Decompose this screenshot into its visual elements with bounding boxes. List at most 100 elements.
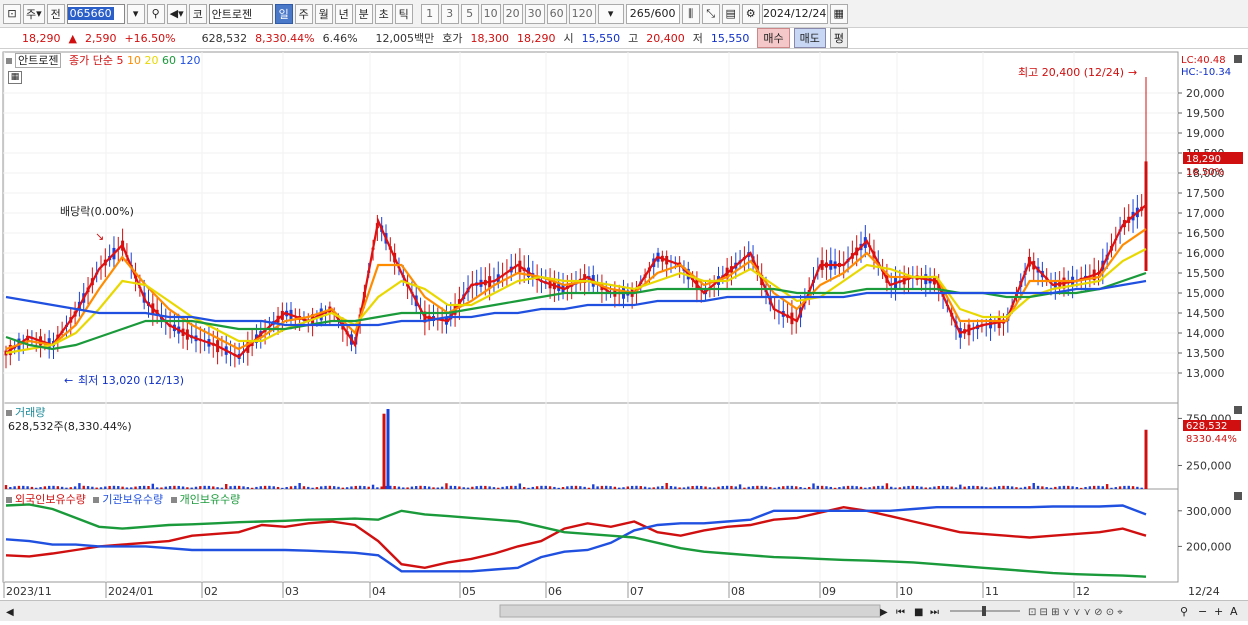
volume-bar [276, 486, 280, 489]
buy-button[interactable]: 매수 [757, 28, 790, 48]
type-select[interactable]: 주 ▾ [23, 3, 45, 24]
volume-bar [423, 485, 427, 489]
period-tab-4[interactable]: 분 [354, 3, 373, 24]
period-tab-5[interactable]: 초 [374, 3, 393, 24]
volume-bar [134, 486, 137, 489]
volume-bar [315, 487, 319, 489]
volume-bar [898, 487, 902, 489]
interval-button-10[interactable]: 10 [480, 3, 501, 24]
interval-dropdown[interactable]: ▾ [597, 3, 624, 24]
volume-bar [561, 487, 565, 489]
volume-bar [501, 486, 504, 489]
institution-holding-label: 기관보유수량 [102, 493, 164, 506]
fast-forward-icon[interactable]: ⏭ [930, 607, 939, 618]
volume-bar [82, 485, 85, 489]
legend-stock-name[interactable]: 안트로젠 [15, 53, 62, 68]
gear-icon[interactable]: ⚙ [741, 3, 760, 24]
high-arrow-icon: → [1128, 66, 1137, 79]
period-tab-0[interactable]: 일 [274, 3, 293, 24]
layout-icon[interactable]: ⊡ [3, 3, 21, 24]
table-icon[interactable]: ▦ [8, 71, 22, 84]
volume-bar [108, 485, 111, 489]
candle-icon[interactable]: ⫼ [681, 3, 700, 24]
volume-bar [522, 487, 526, 489]
calendar-icon[interactable]: ▦ [829, 3, 848, 24]
chart-canvas[interactable]: 20,00019,50019,00018,50018,00017,50017,0… [0, 49, 1248, 600]
eval-button[interactable]: 평 [829, 28, 849, 48]
volume-bar [246, 487, 250, 489]
holding-panel-close-icon[interactable] [1234, 492, 1242, 500]
volume-bar [579, 486, 582, 489]
toolbar: ⊡ 주 ▾ 전 065660 ▾ ⚲ ◀▾ 코 안트로젠 일주월년분초틱 135… [0, 0, 1248, 28]
volume-bar [816, 485, 820, 489]
volume-bar [548, 486, 552, 489]
volume-panel-close-icon[interactable] [1234, 406, 1242, 414]
date-field[interactable]: 2024/12/24 [761, 3, 828, 24]
volume-bar [259, 486, 262, 489]
auto-scale-icon[interactable]: A [1230, 605, 1238, 618]
interval-button-1[interactable]: 1 [420, 3, 439, 24]
zoom-out-icon[interactable]: − [1198, 605, 1207, 618]
open-price: 15,550 [581, 31, 621, 45]
rewind-icon[interactable]: ⏮ [896, 607, 905, 618]
volume-bar [894, 487, 897, 489]
volume-bar [91, 486, 94, 489]
volume-bar [915, 486, 919, 489]
volume-bar [1110, 487, 1113, 489]
search-icon[interactable]: ⚲ [146, 3, 165, 24]
interval-button-5[interactable]: 5 [460, 3, 479, 24]
stock-code-input[interactable]: 065660 [66, 3, 125, 24]
interval-button-60[interactable]: 60 [546, 3, 567, 24]
volume-bar [890, 486, 893, 489]
x-tick-label: 06 [548, 585, 562, 598]
volume-bar [665, 482, 668, 489]
zoom-search-icon[interactable]: ⚲ [1180, 605, 1188, 618]
x-tick-label: 08 [731, 585, 745, 598]
volume-bar [320, 486, 323, 489]
zoom-slider-handle[interactable] [982, 606, 986, 616]
volume-bar [35, 487, 38, 489]
volume-bar [479, 485, 483, 489]
volume-bar [946, 486, 949, 489]
period-tab-6[interactable]: 틱 [394, 3, 413, 24]
interval-button-3[interactable]: 3 [440, 3, 459, 24]
trade-amount: 12,005백만 [375, 32, 435, 45]
zoom-in-icon[interactable]: + [1214, 605, 1223, 618]
stock-name-field[interactable]: 안트로젠 [208, 3, 273, 24]
period-tab-2[interactable]: 월 [314, 3, 333, 24]
volume-bar [328, 485, 332, 489]
toolbar-tools-icons[interactable]: ⊡ ⊟ ⊞ ⋎ ⋎ ⋎ ⊘ ⊙ ⌖ [1028, 607, 1123, 618]
save-icon[interactable]: ▤ [721, 3, 740, 24]
code-dropdown-icon[interactable]: ▾ [126, 3, 145, 24]
interval-button-120[interactable]: 120 [568, 3, 596, 24]
legend-ma-label: 종가 단순 [68, 54, 113, 67]
volume-bar [557, 487, 560, 489]
volume-bar [350, 486, 353, 489]
chart-area[interactable]: 20,00019,50019,00018,50018,00017,50017,0… [0, 49, 1248, 600]
volume-bar [168, 486, 172, 489]
lc-value: LC:40.48 [1181, 55, 1226, 66]
scroll-bar[interactable]: ◀ ▶ ⏮ ■ ⏭ ⊡ ⊟ ⊞ ⋎ ⋎ ⋎ ⊘ ⊙ ⌖ ⚲ − + A [0, 600, 1248, 621]
volume-bar [600, 485, 604, 489]
sell-button[interactable]: 매도 [793, 28, 826, 48]
volume-bar [954, 487, 958, 489]
volume-bar [233, 485, 237, 489]
period-tab-1[interactable]: 주 [294, 3, 313, 24]
volume-bar [13, 486, 16, 489]
draw-icon[interactable]: ⤡ [701, 3, 720, 24]
interval-button-20[interactable]: 20 [502, 3, 523, 24]
current-pct-tag: 16.50% [1186, 167, 1224, 178]
volume-bar [142, 485, 146, 489]
scroll-right-icon[interactable]: ▶ [880, 607, 888, 618]
scroll-left-icon[interactable]: ◀ [6, 607, 14, 618]
count-field[interactable]: 265/600 [625, 3, 680, 24]
volume-bar [220, 487, 224, 489]
period-tab-3[interactable]: 년 [334, 3, 353, 24]
mode-button[interactable]: 전 [46, 3, 65, 24]
volume-bar [298, 483, 301, 489]
speaker-icon[interactable]: ◀▾ [166, 3, 187, 24]
scroll-thumb[interactable] [499, 604, 881, 618]
price-panel-close-icon[interactable] [1234, 55, 1242, 63]
interval-button-30[interactable]: 30 [524, 3, 545, 24]
stop-icon[interactable]: ■ [914, 607, 923, 618]
